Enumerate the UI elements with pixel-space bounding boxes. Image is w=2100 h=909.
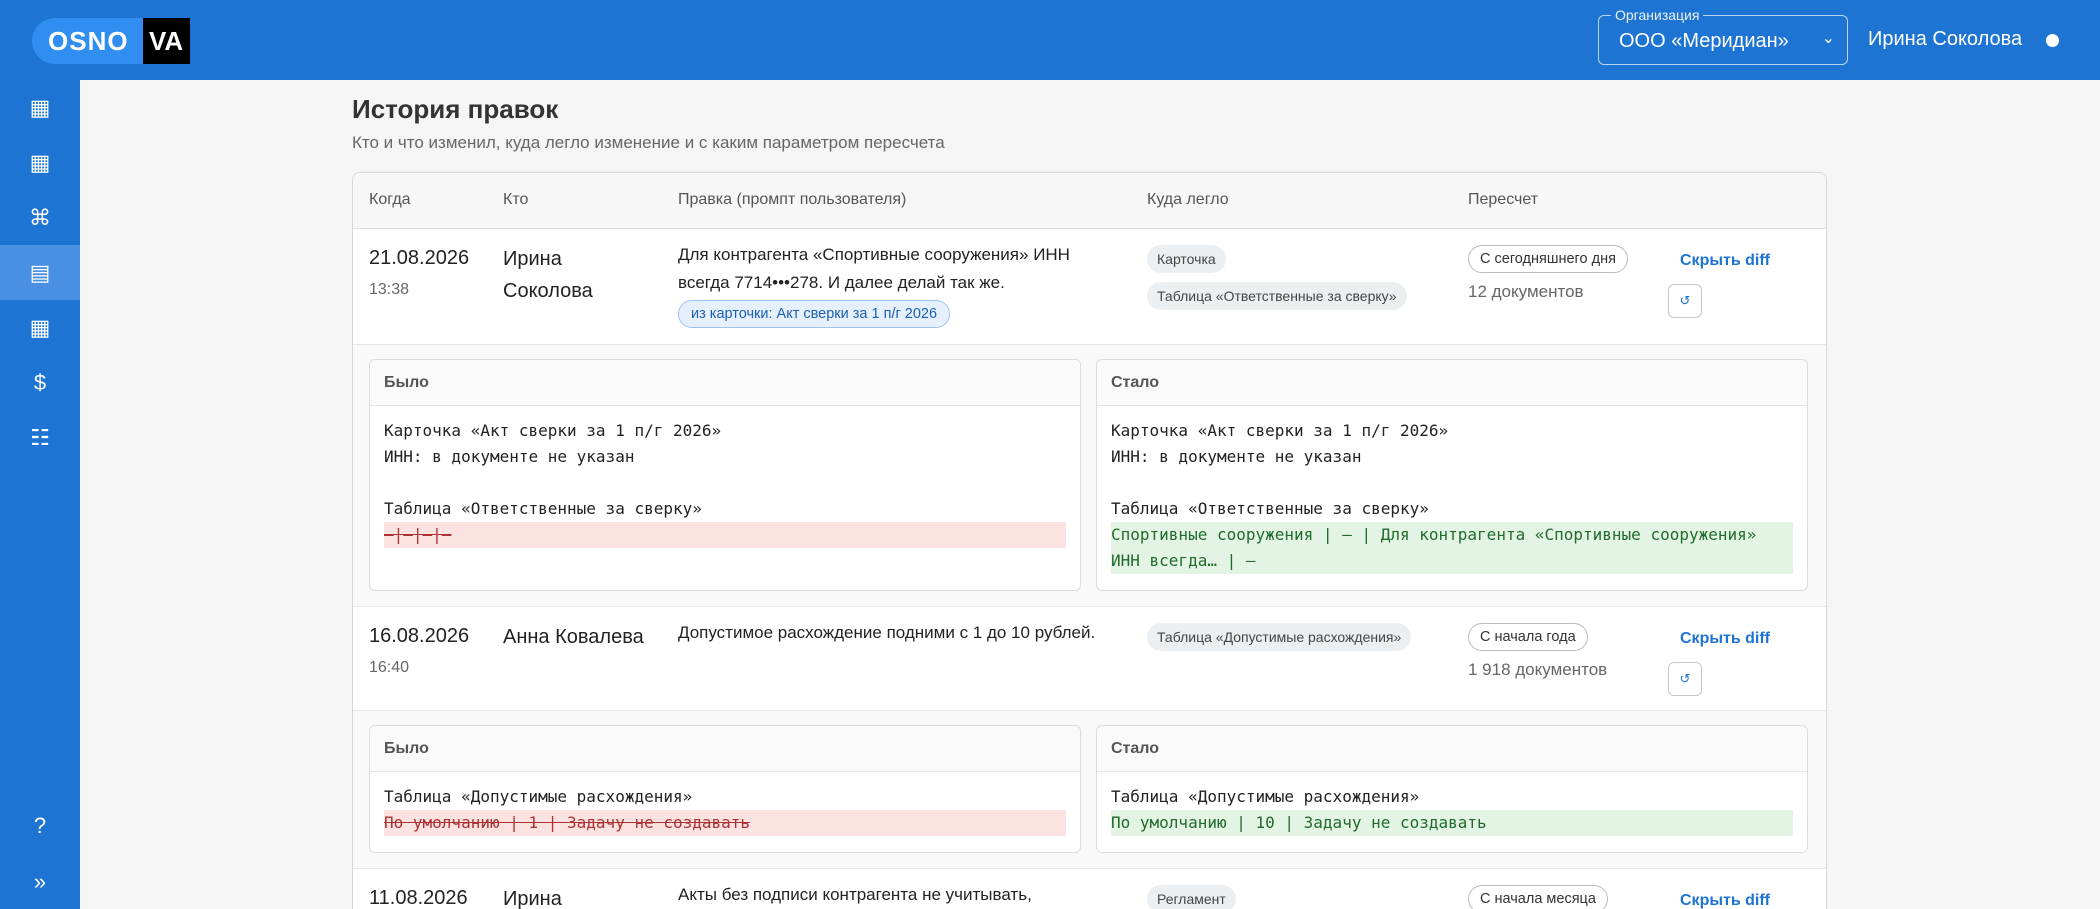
row-author: Ирина Соколова xyxy=(503,248,593,302)
diff-line: Карточка «Акт сверки за 1 п/г 2026» xyxy=(1111,421,1449,440)
diff-line: ИНН: в документе не указан xyxy=(1111,447,1362,466)
page-title: История правок xyxy=(352,94,559,124)
column-header-when: Когда xyxy=(369,191,411,208)
diff-panel-after: Стало Карточка «Акт сверки за 1 п/г 2026… xyxy=(1096,359,1808,591)
row-author: Ирина xyxy=(503,888,562,909)
grid-icon: ▦ xyxy=(29,94,51,120)
table-row: 11.08.2026 Ирина Акты без подписи контра… xyxy=(353,869,1826,909)
docs-count: 12 документов xyxy=(1468,282,1584,301)
command-icon: ⌘ xyxy=(29,204,51,230)
target-chip: Регламент xyxy=(1147,885,1236,909)
logo-part-left: OSNO xyxy=(32,18,143,64)
grid-icon: ▦ xyxy=(29,314,51,340)
docs-count: 1 918 документов xyxy=(1468,660,1608,679)
column-header-edit: Правка (промпт пользователя) xyxy=(678,191,907,208)
row-time: 13:38 xyxy=(369,281,410,298)
recalculate-button[interactable]: ↺ xyxy=(1668,284,1702,318)
diff-after-label: Стало xyxy=(1097,726,1807,772)
diff-added-line: Спортивные сооружения | — | Для контраге… xyxy=(1111,522,1793,574)
diff-added-line: По умолчанию | 10 | Задачу не создавать xyxy=(1111,810,1793,836)
diff-removed-line: По умолчанию | 1 | Задачу не создавать xyxy=(384,810,1066,836)
diff-after-content: Карточка «Акт сверки за 1 п/г 2026» ИНН:… xyxy=(1097,406,1807,586)
target-chip: Карточка xyxy=(1147,245,1226,273)
sidebar-item-grid-3[interactable]: ▦ xyxy=(0,300,80,355)
diff-panel-after: Стало Таблица «Допустимые расхождения» П… xyxy=(1096,725,1808,853)
diff-line: Таблица «Ответственные за сверку» xyxy=(384,499,702,518)
target-chip: Таблица «Допустимые расхождения» xyxy=(1147,623,1412,651)
sidebar-item-grid-1[interactable]: ▦ xyxy=(0,80,80,135)
diff-before-content: Таблица «Допустимые расхождения» По умол… xyxy=(370,772,1080,848)
diff-after-content: Таблица «Допустимые расхождения» По умол… xyxy=(1097,772,1807,848)
diff-before-content: Карточка «Акт сверки за 1 п/г 2026» ИНН:… xyxy=(370,406,1080,560)
row-edit-prompt: Допустимое расхождение подними с 1 до 10… xyxy=(678,623,1096,642)
table-row: 16.08.2026 16:40 Анна Ковалева Допустимо… xyxy=(353,607,1826,711)
user-name[interactable]: Ирина Соколова xyxy=(1868,28,2022,51)
sidebar-item-money[interactable]: $ xyxy=(0,355,80,410)
sidebar-item-grid-2[interactable]: ▦ xyxy=(0,135,80,190)
sidebar-item-list[interactable]: ☷ xyxy=(0,410,80,465)
diff-line: Таблица «Допустимые расхождения» xyxy=(1111,787,1420,806)
row-date: 11.08.2026 xyxy=(369,887,468,909)
diff-panel-before: Было Карточка «Акт сверки за 1 п/г 2026»… xyxy=(369,359,1081,591)
help-button[interactable]: ? xyxy=(0,798,80,853)
target-chip: Таблица «Ответственные за сверку» xyxy=(1147,282,1407,310)
row-edit-prompt: Акты без подписи контрагента не учитыват… xyxy=(678,885,1032,904)
diff-line: Таблица «Допустимые расхождения» xyxy=(384,787,693,806)
diff-line: Таблица «Ответственные за сверку» xyxy=(1111,499,1429,518)
row-date: 21.08.2026 xyxy=(369,247,470,269)
page-subtitle: Кто и что изменил, куда легло изменение … xyxy=(352,133,945,152)
diff-before-label: Было xyxy=(370,726,1080,772)
dollar-icon: $ xyxy=(33,369,47,395)
table-icon: ▤ xyxy=(29,259,51,285)
diff-line: ИНН: в документе не указан xyxy=(384,447,635,466)
recalc-mode-badge: С начала месяца xyxy=(1468,885,1608,909)
source-chip[interactable]: из карточки: Акт сверки за 1 п/г 2026 xyxy=(678,300,951,328)
row-time: 16:40 xyxy=(369,659,410,676)
hide-diff-link[interactable]: Скрыть diff xyxy=(1680,630,1770,648)
diff-line xyxy=(384,470,1066,496)
sidebar-item-history[interactable]: ▤ xyxy=(0,245,80,300)
status-dot-icon[interactable] xyxy=(2046,34,2059,47)
diff-line: Карточка «Акт сверки за 1 п/г 2026» xyxy=(384,421,722,440)
table-row: 21.08.2026 13:38 Ирина Соколова Для конт… xyxy=(353,229,1826,345)
row-date: 16.08.2026 xyxy=(369,625,470,647)
table-header: Когда Кто Правка (промпт пользователя) К… xyxy=(353,173,1826,229)
diff-after-label: Стало xyxy=(1097,360,1807,406)
organization-value: ООО «Меридиан» xyxy=(1619,30,1789,52)
organization-select[interactable]: Организация ООО «Меридиан» ⌄ xyxy=(1598,7,1848,65)
recalculate-button[interactable]: ↺ xyxy=(1668,662,1702,696)
diff-removed-line: —|—|—|— xyxy=(384,522,1066,548)
list-icon: ☷ xyxy=(30,424,50,450)
sidebar-item-command[interactable]: ⌘ xyxy=(0,190,80,245)
app-logo[interactable]: OSNO VA xyxy=(32,18,190,64)
column-header-where: Куда легло xyxy=(1147,191,1229,208)
diff-section: Было Карточка «Акт сверки за 1 п/г 2026»… xyxy=(353,345,1826,607)
row-author: Анна Ковалева xyxy=(503,626,644,648)
expand-sidebar-button[interactable]: » xyxy=(0,854,80,909)
grid-icon: ▦ xyxy=(29,149,51,175)
chevron-down-icon: ⌄ xyxy=(1821,30,1835,47)
chevron-double-right-icon: » xyxy=(33,868,47,894)
logo-part-right: VA xyxy=(142,18,190,64)
recalc-mode-badge: С начала года xyxy=(1468,623,1588,651)
diff-line xyxy=(1111,470,1793,496)
diff-panel-before: Было Таблица «Допустимые расхождения» По… xyxy=(369,725,1081,853)
history-table: Когда Кто Правка (промпт пользователя) К… xyxy=(352,172,1827,909)
diff-section: Было Таблица «Допустимые расхождения» По… xyxy=(353,711,1826,869)
help-icon: ? xyxy=(33,812,47,838)
sidebar: ▦ ▦ ⌘ ▤ ▦ $ ☷ ? » xyxy=(0,80,80,909)
recalc-mode-badge: С сегодняшнего дня xyxy=(1468,245,1628,273)
column-header-recalc: Пересчет xyxy=(1468,191,1539,208)
hide-diff-link[interactable]: Скрыть diff xyxy=(1680,892,1770,909)
diff-before-label: Было xyxy=(370,360,1080,406)
hide-diff-link[interactable]: Скрыть diff xyxy=(1680,252,1770,270)
column-header-who: Кто xyxy=(503,191,529,208)
top-bar: OSNO VA Организация ООО «Меридиан» ⌄ Ири… xyxy=(0,0,2100,80)
organization-label: Организация xyxy=(1611,7,1704,23)
row-edit-prompt: Для контрагента «Спортивные сооружения» … xyxy=(678,245,1070,292)
